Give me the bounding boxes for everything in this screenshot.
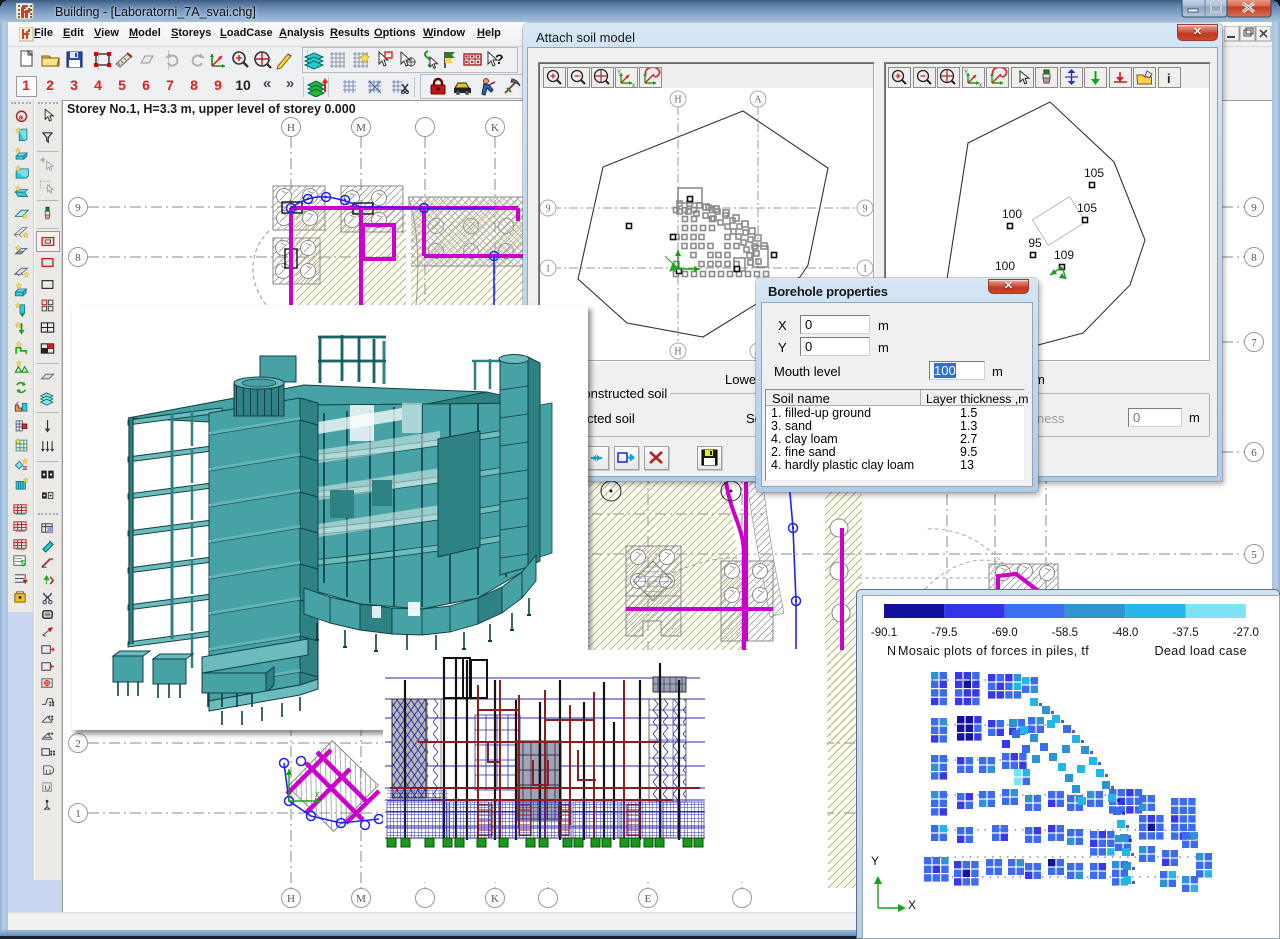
svg-text:-48.0: -48.0: [1112, 627, 1138, 639]
svg-text:-79.5: -79.5: [931, 627, 957, 639]
svg-text:Y: Y: [964, 70, 968, 76]
svg-text:1: 1: [546, 264, 551, 275]
svg-text:X: X: [908, 898, 916, 912]
svg-text:100: 100: [995, 259, 1015, 273]
svg-text:9: 9: [863, 204, 868, 215]
svg-text:Y: Y: [617, 70, 621, 76]
svg-text:-37.5: -37.5: [1172, 627, 1198, 639]
svg-text:9: 9: [546, 204, 551, 215]
svg-text:-69.0: -69.0: [991, 627, 1017, 639]
svg-text:95: 95: [1028, 236, 1042, 250]
svg-text:x: x: [632, 83, 635, 87]
svg-text:105: 105: [1084, 166, 1104, 180]
svg-text:i: i: [1167, 71, 1171, 86]
svg-text:Y: Y: [871, 854, 879, 868]
svg-text:H: H: [674, 95, 681, 106]
svg-text:1: 1: [863, 264, 868, 275]
svg-text:N: N: [887, 644, 896, 658]
svg-text:-58.5: -58.5: [1052, 627, 1078, 639]
svg-text:x: x: [979, 83, 982, 87]
svg-text:Mosaic plots of forces in pile: Mosaic plots of forces in piles, tf: [898, 644, 1089, 658]
svg-text:A: A: [754, 95, 762, 106]
svg-text:Dead load case: Dead load case: [1155, 644, 1247, 658]
svg-text:-90.1: -90.1: [871, 627, 897, 639]
svg-text:100: 100: [1002, 207, 1022, 221]
svg-text:105: 105: [1077, 201, 1097, 215]
svg-text:-27.0: -27.0: [1233, 627, 1259, 639]
svg-text:H: H: [674, 347, 681, 358]
svg-text:109: 109: [1054, 248, 1074, 262]
